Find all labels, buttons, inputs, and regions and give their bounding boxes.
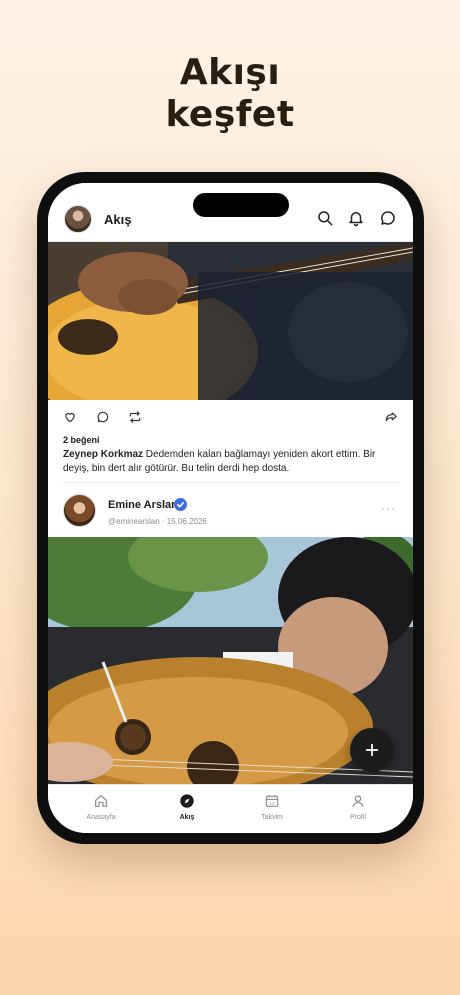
repost-icon[interactable] [128, 410, 142, 424]
tab-profil[interactable]: Profil [323, 793, 393, 821]
author-avatar[interactable] [63, 494, 96, 527]
more-options-icon[interactable]: ··· [381, 501, 396, 515]
tab-label: Profil [350, 814, 366, 821]
tab-takvim[interactable]: 12 Takvim [237, 793, 307, 821]
tab-anasayfa[interactable]: Anasayfa [66, 793, 136, 821]
plus-icon [365, 743, 379, 757]
tab-label: Takvim [261, 814, 283, 821]
verified-badge-icon [174, 498, 187, 511]
post-caption: Zeynep Korkmaz Dedemden kalan bağlamayı … [63, 448, 403, 476]
chat-icon[interactable] [379, 209, 397, 227]
dynamic-island [193, 193, 289, 217]
tab-label: Anasayfa [86, 814, 116, 821]
calendar-day: 12 [269, 801, 275, 806]
promo-headline-line2: keşfet [165, 94, 295, 135]
promo-headline: Akışı keşfet [0, 52, 460, 136]
profile-icon [350, 793, 366, 809]
post-actions [48, 400, 413, 432]
bell-icon[interactable] [347, 209, 365, 227]
phone-screen: Akış 2 beğeni Zeynep Korkmaz Dedemden ka… [48, 183, 413, 833]
comment-icon[interactable] [96, 410, 110, 424]
post-image[interactable] [48, 242, 413, 400]
author-meta: @eminearslan · 15.06.2026 [108, 517, 207, 526]
compass-icon [179, 793, 195, 809]
caption-author[interactable]: Zeynep Korkmaz [63, 449, 143, 460]
page-title: Akış [104, 212, 132, 227]
post-author-row: Emine Arslan @eminearslan · 15.06.2026 ·… [48, 486, 413, 536]
phone-frame: Akış 2 beğeni Zeynep Korkmaz Dedemden ka… [37, 172, 424, 844]
tab-bar: Anasayfa Akış 12 Takvim Profil [48, 784, 413, 833]
tab-akis[interactable]: Akış [152, 793, 222, 821]
like-count[interactable]: 2 beğeni [63, 435, 100, 445]
share-icon[interactable] [384, 410, 398, 424]
feed[interactable]: 2 beğeni Zeynep Korkmaz Dedemden kalan b… [48, 242, 413, 784]
heart-icon[interactable] [63, 410, 77, 424]
avatar[interactable] [64, 205, 92, 233]
tab-label: Akış [179, 814, 195, 821]
home-icon [93, 793, 109, 809]
author-name[interactable]: Emine Arslan [108, 499, 178, 511]
divider [63, 482, 398, 483]
search-icon[interactable] [316, 209, 334, 227]
calendar-icon: 12 [264, 793, 280, 809]
add-post-button[interactable] [350, 728, 394, 772]
promo-headline-line1: Akışı [179, 52, 281, 93]
